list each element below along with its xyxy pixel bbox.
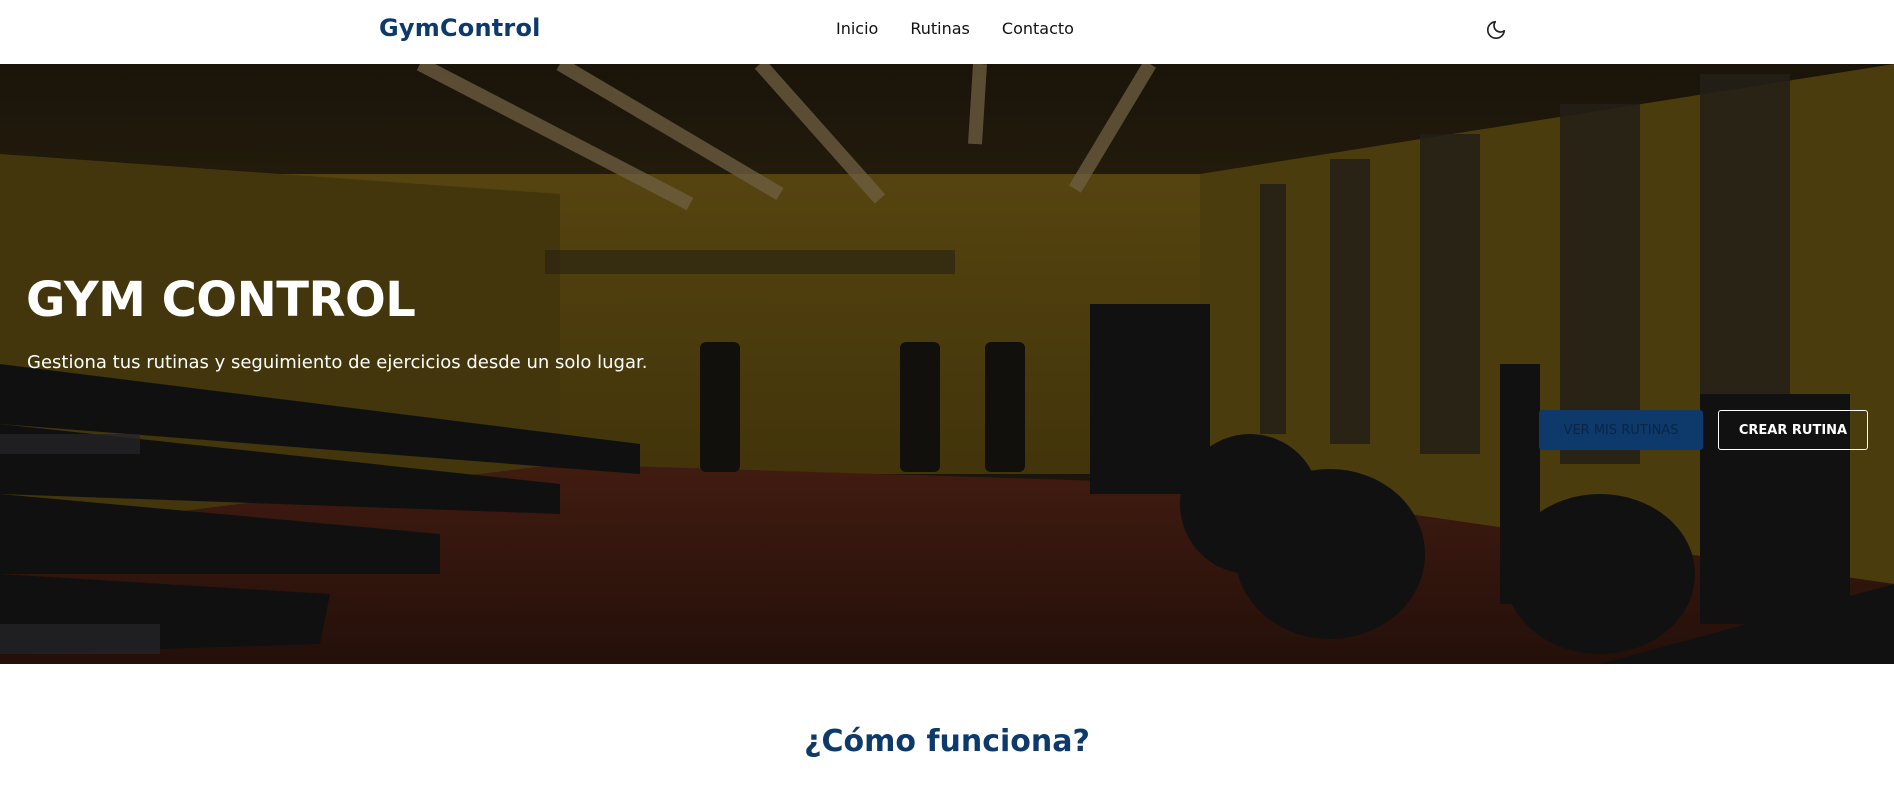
hero-subtitle: Gestiona tus rutinas y seguimiento de ej…	[27, 352, 648, 373]
nav-link-contacto[interactable]: Contacto	[1002, 18, 1074, 40]
hero-title: GYM CONTROL	[26, 272, 416, 328]
view-routines-button[interactable]: VER MIS RUTINAS	[1539, 410, 1703, 450]
hero-section: GYM CONTROL Gestiona tus rutinas y segui…	[0, 64, 1894, 664]
moon-icon	[1486, 20, 1506, 40]
nav-link-rutinas[interactable]: Rutinas	[910, 18, 970, 40]
nav-links: Inicio Rutinas Contacto	[836, 18, 1106, 40]
brand-logo-link[interactable]: GymControl	[379, 14, 541, 42]
theme-toggle-button[interactable]	[1482, 16, 1510, 44]
create-routine-button[interactable]: CREAR RUTINA	[1718, 410, 1868, 450]
nav-link-inicio[interactable]: Inicio	[836, 18, 878, 40]
how-it-works-title: ¿Cómo funciona?	[804, 724, 1090, 759]
navbar: GymControl Inicio Rutinas Contacto	[0, 0, 1894, 64]
